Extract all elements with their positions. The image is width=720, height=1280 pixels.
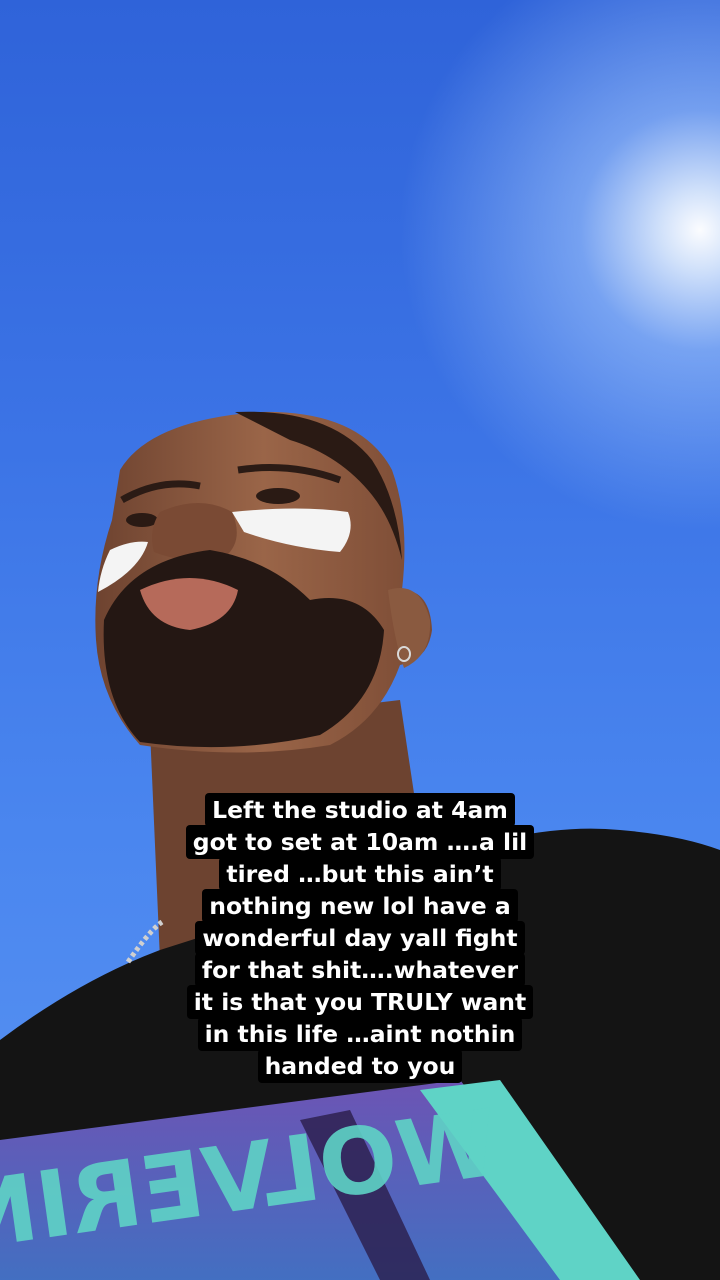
caption-line: in this life …aint nothin: [197, 1017, 523, 1051]
story-frame: WOLVERINE Left the studio at 4am got to …: [0, 0, 720, 1280]
story-caption: Left the studio at 4am got to set at 10a…: [170, 793, 550, 1083]
eye: [126, 513, 158, 527]
caption-line: tired …but this ain’t: [219, 857, 501, 891]
caption-line: handed to you: [257, 1049, 463, 1083]
caption-line: got to set at 10am ….a lil: [185, 825, 535, 859]
caption-line: Left the studio at 4am: [205, 793, 515, 827]
caption-line: nothing new lol have a: [202, 889, 518, 923]
caption-line: wonderful day yall fight: [195, 921, 525, 955]
selfie-photo: WOLVERINE: [0, 411, 720, 1280]
caption-line: it is that you TRULY want: [186, 985, 534, 1019]
eye: [256, 488, 300, 504]
caption-line: for that shit….whatever: [194, 953, 526, 987]
nose: [152, 503, 237, 561]
